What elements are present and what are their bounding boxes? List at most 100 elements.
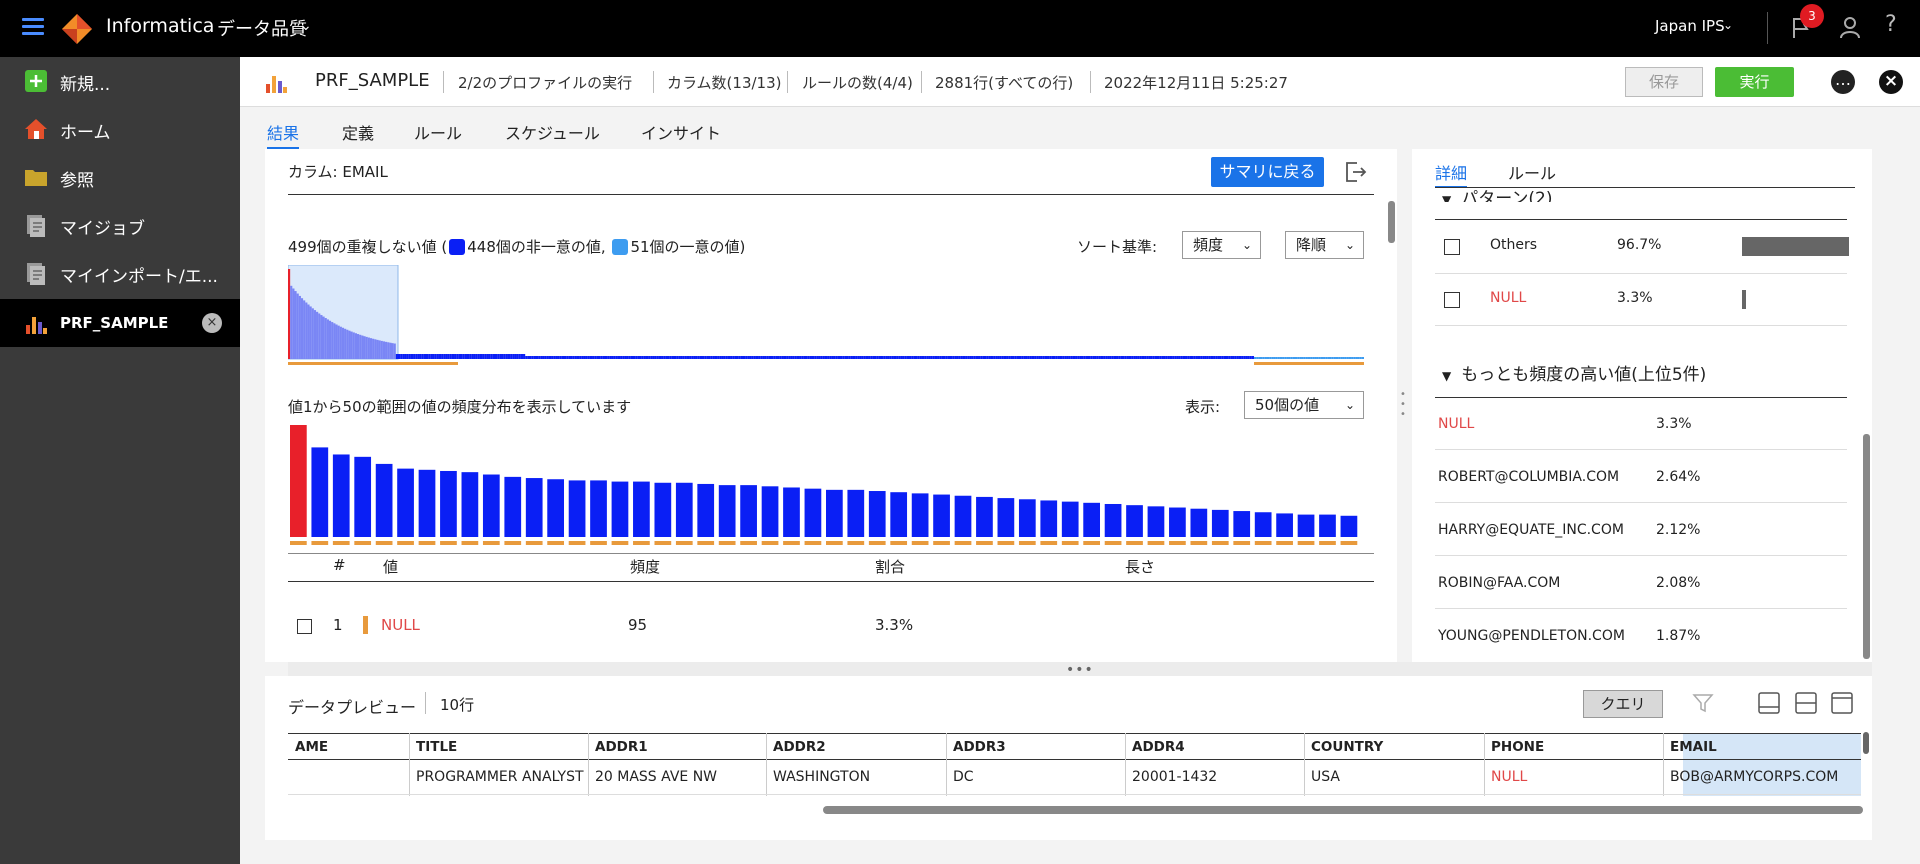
vertical-scrollbar[interactable] [1863,732,1869,754]
frequency-bar[interactable] [311,447,329,537]
grid-column-header[interactable]: PHONE [1491,739,1544,755]
frequency-bar[interactable] [783,487,800,537]
grid-column-separator[interactable] [588,733,589,796]
grid-cell[interactable]: DC [953,769,974,785]
pattern-checkbox[interactable] [1444,292,1460,308]
frequency-bar[interactable] [654,482,672,537]
frequency-bar[interactable] [954,495,972,537]
org-switcher[interactable]: Japan IPS [1655,17,1725,35]
frequency-bar[interactable] [504,476,522,537]
sort-by-dropdown[interactable]: 頻度 ⌄ [1182,231,1261,259]
frequency-bar[interactable] [290,425,307,537]
sidebar-item-browse[interactable]: 参照 [0,153,240,201]
frequency-bar[interactable] [890,492,908,537]
frequency-bar[interactable] [911,493,929,537]
frequency-bar[interactable] [1276,513,1293,537]
grid-column-separator[interactable] [946,733,947,796]
tab-results[interactable]: 結果 [267,120,300,149]
frequency-bar[interactable] [375,463,393,537]
grid-column-separator[interactable] [1663,733,1664,796]
frequency-bar[interactable] [1340,515,1358,537]
grid-column-separator[interactable] [766,733,767,796]
frequency-bar[interactable] [1040,500,1058,537]
frequency-bar[interactable] [1190,508,1208,537]
help-icon[interactable]: ? [1885,12,1897,37]
export-icon[interactable] [1343,160,1367,184]
product-switcher[interactable]: データ品質 [217,15,307,41]
frequency-bar[interactable] [547,479,565,537]
grid-column-separator[interactable] [409,733,410,796]
frequency-bar[interactable] [590,480,607,537]
grid-cell[interactable]: 20 MASS AVE NW [595,769,717,785]
chevron-down-icon[interactable]: ⌄ [1723,18,1733,32]
show-count-dropdown[interactable]: 50個の値 ⌄ [1244,391,1364,419]
patterns-section-header[interactable]: ▼ パターン(2) [1442,184,1552,202]
frequency-bar[interactable] [1126,505,1143,537]
vertical-scrollbar[interactable] [1388,201,1395,243]
grid-cell[interactable]: PROGRAMMER ANALYST [416,769,584,785]
frequency-bar[interactable] [1147,506,1165,537]
frequency-bar[interactable] [933,494,950,537]
frequency-bar[interactable] [675,482,693,537]
frequency-bar[interactable] [1211,509,1229,537]
frequency-bar[interactable] [804,488,822,537]
grid-column-header[interactable]: ADDR3 [953,739,1006,755]
frequency-bar[interactable] [1061,501,1079,537]
close-icon[interactable]: × [1879,70,1903,94]
query-button[interactable]: クエリ [1583,690,1663,718]
frequency-bar[interactable] [397,468,414,537]
grid-cell[interactable]: 20001-1432 [1132,769,1217,785]
layout-bottom-icon[interactable] [1758,692,1780,714]
frequency-bar[interactable] [482,474,500,537]
frequency-bar[interactable] [761,486,779,537]
frequency-bar[interactable] [1319,514,1336,537]
grid-column-separator[interactable] [1484,733,1485,796]
horizontal-scrollbar[interactable] [823,806,1863,814]
grid-column-header[interactable]: ADDR1 [595,739,648,755]
frequency-bar[interactable] [418,469,436,537]
frequency-bar[interactable] [697,483,715,537]
chevron-down-icon[interactable]: ⌄ [300,18,312,34]
col-header-length[interactable]: 長さ [1125,556,1155,577]
frequency-bar[interactable] [525,478,543,537]
grid-column-separator[interactable] [1304,733,1305,796]
menu-icon[interactable] [22,18,44,36]
layout-split-icon[interactable] [1795,692,1817,714]
grid-column-header[interactable]: ADDR4 [1132,739,1185,755]
sort-order-dropdown[interactable]: 降順 ⌄ [1285,231,1364,259]
col-header-percent[interactable]: 割合 [875,556,905,577]
sidebar-item-home[interactable]: ホーム [0,105,240,153]
frequency-bar[interactable] [611,481,629,537]
frequency-bar[interactable] [1169,507,1186,537]
frequency-bar[interactable] [1254,512,1272,537]
frequency-bar[interactable] [461,472,479,537]
frequency-bar[interactable] [1297,514,1315,537]
grid-cell[interactable]: BOB@ARMYCORPS.COM [1670,769,1838,785]
grid-cell[interactable]: USA [1311,769,1340,785]
frequency-bar[interactable] [1083,502,1101,537]
user-icon[interactable] [1838,15,1862,39]
frequency-bar[interactable] [868,491,886,537]
grid-column-header[interactable]: TITLE [416,739,457,755]
more-options-icon[interactable]: … [1831,70,1855,94]
frequency-bar[interactable] [740,485,757,537]
pattern-checkbox[interactable] [1444,239,1460,255]
frequency-bar[interactable] [332,454,350,537]
grid-column-header[interactable]: COUNTRY [1311,739,1383,755]
grid-cell[interactable]: NULL [1491,769,1527,785]
filter-icon[interactable] [1692,692,1714,714]
panel-splitter[interactable]: ••• [288,662,1872,678]
top-values-section-header[interactable]: ▼ もっとも頻度の高い値(上位5件) [1442,360,1706,385]
overview-chart[interactable] [288,265,1364,367]
back-to-summary-button[interactable]: サマリに戻る [1211,157,1324,187]
tab-definition[interactable]: 定義 [342,120,374,144]
frequency-bar[interactable] [568,480,586,537]
grid-column-header[interactable]: EMAIL [1670,739,1717,755]
frequency-bar[interactable] [1104,503,1122,537]
run-button[interactable]: 実行 [1715,67,1794,97]
sidebar-item-my-jobs[interactable]: マイジョブ [0,201,240,249]
frequency-bar[interactable] [826,489,843,537]
tab-rules[interactable]: ルール [1508,160,1556,184]
panel-resize-handle[interactable]: • • • [1400,390,1406,426]
close-tab-icon[interactable]: × [202,313,222,333]
